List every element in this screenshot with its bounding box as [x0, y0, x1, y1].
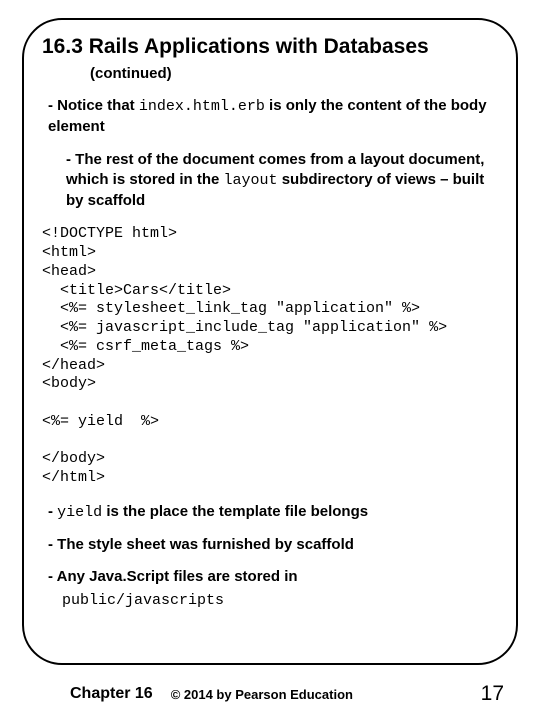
slide-frame: 16.3 Rails Applications with Databases (…	[22, 18, 518, 665]
code-block: <!DOCTYPE html> <html> <head> <title>Car…	[42, 225, 498, 488]
bullet-javascript: - Any Java.Script files are stored in	[48, 567, 498, 587]
code-layout: layout	[224, 172, 278, 189]
bullet-layout: - The rest of the document comes from a …	[66, 150, 498, 212]
footer-chapter: Chapter 16	[70, 685, 153, 703]
slide-title: 16.3 Rails Applications with Databases	[42, 34, 498, 59]
footer-page-number: 17	[481, 682, 504, 706]
bullet-yield: - yield is the place the template file b…	[48, 502, 498, 523]
bullet-yield-post: is the place the template file belongs	[102, 503, 368, 520]
slide-continued: (continued)	[90, 65, 498, 82]
bullet-javascript-text: - Any Java.Script files are stored in	[48, 568, 298, 585]
code-public-js: public/javascripts	[62, 592, 224, 609]
bullet-notice: - Notice that index.html.erb is only the…	[48, 96, 498, 138]
bullet-notice-pre: - Notice that	[48, 97, 139, 114]
bullet-javascript-path: public/javascripts	[62, 590, 498, 611]
code-yield: yield	[57, 504, 102, 521]
code-index-erb: index.html.erb	[139, 98, 265, 115]
bullet-stylesheet: - The style sheet was furnished by scaff…	[48, 535, 498, 555]
footer-copyright: © 2014 by Pearson Education	[171, 687, 353, 702]
slide-footer: Chapter 16 © 2014 by Pearson Education 1…	[0, 682, 540, 706]
bullet-yield-pre: -	[48, 503, 57, 520]
